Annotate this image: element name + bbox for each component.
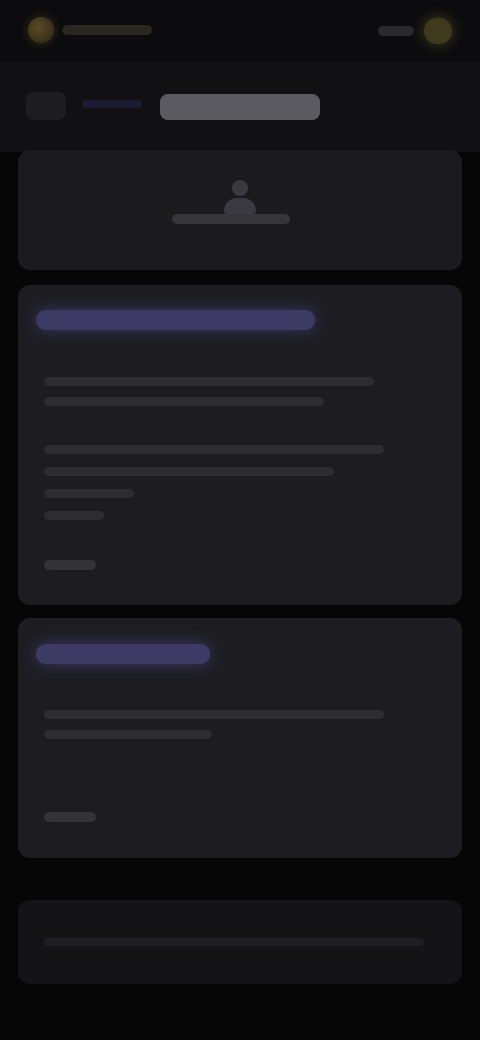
footer-text [44,938,424,946]
card-text-line [44,730,212,739]
top-nav-link[interactable] [378,26,414,36]
top-actions [378,18,452,44]
card-text-line [44,445,384,454]
page-header [0,62,480,152]
back-button[interactable] [26,92,66,120]
card-meta [44,560,96,570]
top-cta-button[interactable] [424,18,452,44]
card-text-line [44,489,134,498]
brand[interactable] [28,16,152,44]
card-text-line [44,377,374,386]
profile-card [18,150,462,270]
avatar-body-shape [224,198,256,214]
breadcrumb[interactable] [82,100,142,108]
card-heading[interactable] [36,310,315,330]
profile-name [172,214,290,224]
card-meta [44,812,96,822]
card-text-line [44,467,334,476]
card-heading[interactable] [36,644,210,664]
user-avatar-icon[interactable] [222,180,258,216]
brand-logo-icon [28,17,54,43]
card-text-line [44,397,324,406]
footer [18,900,462,984]
page-title [160,94,320,120]
top-app-bar [0,0,480,62]
app-root [0,0,480,1040]
content-card [18,285,462,605]
avatar-head-shape [232,180,248,196]
brand-name [62,25,152,35]
card-text-line [44,710,384,719]
content-card [18,618,462,858]
card-text-line [44,511,104,520]
